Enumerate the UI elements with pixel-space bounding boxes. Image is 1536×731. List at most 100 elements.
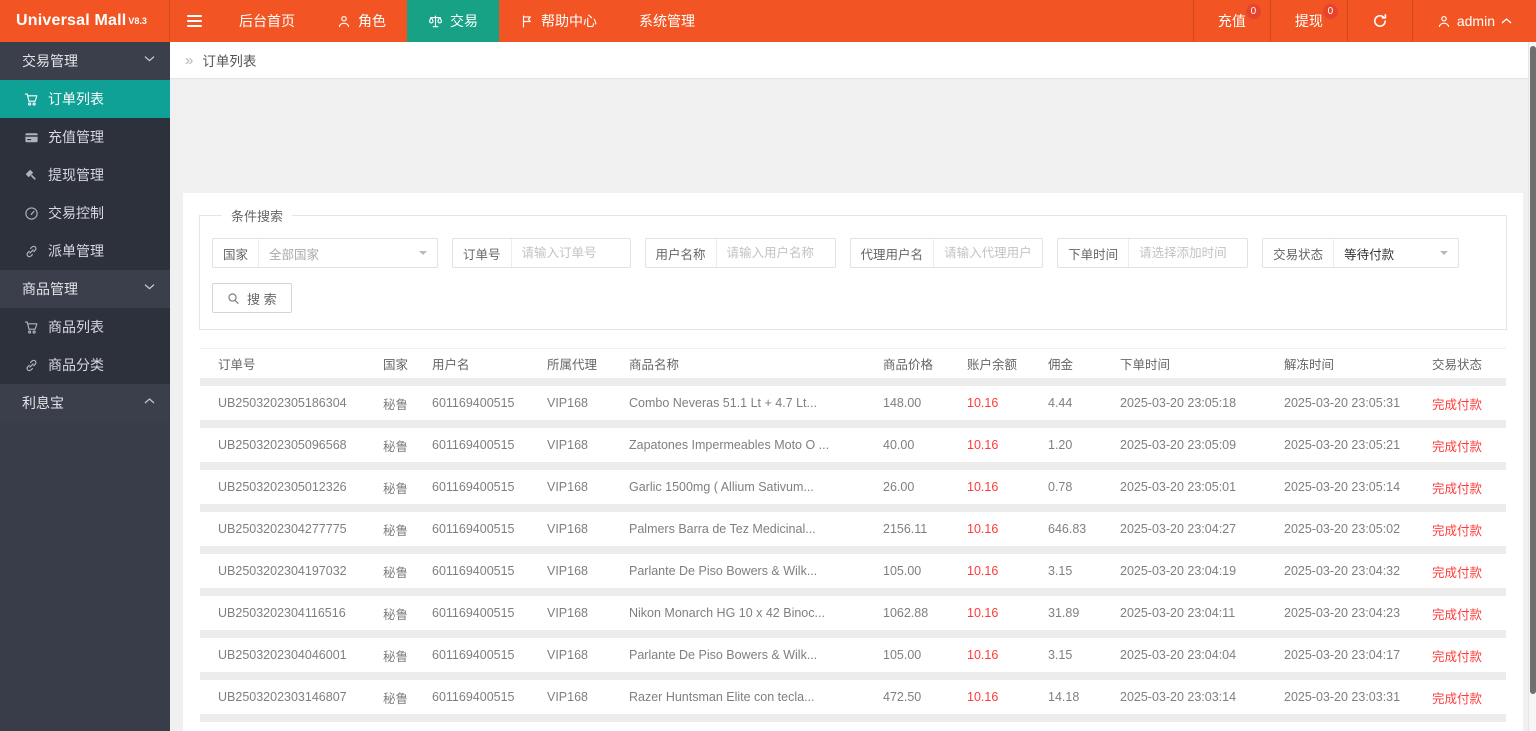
table-cell: 2025-03-20 23:05:18	[1120, 396, 1237, 410]
refresh-button[interactable]	[1346, 0, 1412, 42]
nav-item-help-center[interactable]: 帮助中心	[499, 0, 618, 42]
table-cell: 105.00	[883, 564, 922, 578]
sidebar-item-label: 订单列表	[48, 91, 104, 107]
user-name-field: 用户名称	[644, 238, 836, 268]
sidebar-toggle-button[interactable]	[170, 0, 218, 42]
table-cell: 1062.88	[883, 606, 929, 620]
table-cell: 秘鲁	[383, 523, 409, 538]
search-button[interactable]: 搜 索	[212, 283, 292, 313]
column-header: 下单时间	[1120, 358, 1171, 372]
user-name-input[interactable]	[716, 239, 835, 267]
row-separator	[200, 714, 1506, 722]
table-cell: 2025-03-20 23:04:32	[1284, 564, 1401, 578]
topbar-right: 充值 0 提现 0 admin	[1192, 0, 1536, 42]
order-time-input[interactable]	[1129, 239, 1248, 267]
column-header: 订单号	[218, 358, 256, 372]
table-cell: Combo Neveras 51.1 Lt + 4.7 Lt...	[629, 396, 817, 410]
table-cell: UB2503202304277775	[218, 522, 347, 536]
table-body: UB2503202305186304 秘鲁 601169400515 VIP168 Co…	[200, 378, 1506, 722]
sidebar-item-goods-category[interactable]: 商品分类	[0, 346, 170, 384]
sidebar-item-order-list[interactable]: 订单列表	[0, 80, 170, 118]
table-cell: 2025-03-20 23:05:02	[1284, 522, 1401, 536]
cart-icon	[24, 321, 38, 334]
country-select[interactable]: 国家 全部国家	[212, 238, 439, 268]
trade-status-label: 交易状态	[1263, 239, 1335, 267]
table-cell: VIP168	[547, 606, 589, 620]
search-button-label: 搜 索	[247, 291, 277, 307]
column-header: 用户名	[432, 358, 470, 372]
order-no-field: 订单号	[452, 238, 631, 268]
app-logo[interactable]: Universal Mall V8.3	[0, 0, 170, 42]
sidebar-item-goods-list[interactable]: 商品列表	[0, 308, 170, 346]
agent-name-input[interactable]	[934, 239, 1043, 267]
table-cell: 秘鲁	[383, 397, 409, 412]
table-cell: 148.00	[883, 396, 922, 410]
order-no-input[interactable]	[511, 239, 630, 267]
nav-item-system[interactable]: 系统管理	[618, 0, 716, 42]
sidebar-item-recharge-management[interactable]: 充值管理	[0, 118, 170, 156]
table-cell: 2025-03-20 23:05:09	[1120, 438, 1237, 452]
column-header: 所属代理	[547, 358, 598, 372]
group-label: 交易管理	[22, 53, 78, 69]
sidebar-submenu-trade: 订单列表 充值管理 提现管理 交易控制 派单管理	[0, 80, 170, 270]
sidebar-item-label: 派单管理	[48, 243, 104, 259]
table-cell: 10.16	[967, 606, 999, 620]
sidebar-group-trade-management[interactable]: 交易管理	[0, 42, 170, 80]
table-cell: 完成付款	[1432, 397, 1483, 412]
nav-label: 后台首页	[239, 13, 295, 29]
scrollbar-thumb[interactable]	[1530, 46, 1536, 694]
table-cell: 2156.11	[883, 522, 928, 536]
row-separator	[200, 630, 1506, 638]
sidebar-item-withdraw-management[interactable]: 提现管理	[0, 156, 170, 194]
table-row: UB2503202303146807 秘鲁 601169400515 VIP168 Ra…	[200, 680, 1506, 714]
sidebar-submenu-goods: 商品列表 商品分类	[0, 308, 170, 384]
table-cell: 秘鲁	[383, 439, 409, 454]
table-cell: VIP168	[547, 564, 589, 578]
table-cell: 2025-03-20 23:04:17	[1284, 648, 1401, 662]
table-cell: UB2503202303146807	[218, 690, 347, 704]
table-cell: 3.15	[1048, 648, 1073, 662]
hamburger-icon	[186, 15, 202, 27]
top-nav: 后台首页 角色 交易 帮助中心 系统管理	[218, 0, 716, 42]
recharge-button[interactable]: 充值 0	[1192, 0, 1270, 42]
main-area: » 订单列表 条件搜索 国家 全部国家 订单号 用户名	[170, 42, 1528, 731]
trade-status-select[interactable]: 交易状态 等待付款	[1262, 238, 1460, 268]
sidebar-item-label: 提现管理	[48, 167, 104, 183]
sidebar-item-trade-control[interactable]: 交易控制	[0, 194, 170, 232]
sidebar-item-dispatch-management[interactable]: 派单管理	[0, 232, 170, 270]
nav-item-trade[interactable]: 交易	[407, 0, 499, 42]
table-cell: Razer Huntsman Elite con tecla...	[629, 690, 815, 704]
order-time-label: 下单时间	[1058, 239, 1130, 267]
order-no-label: 订单号	[453, 239, 512, 267]
table-cell: 2025-03-20 23:03:14	[1120, 690, 1237, 704]
sidebar-group-interest-treasure[interactable]: 利息宝	[0, 384, 170, 422]
table-cell: 601169400515	[432, 606, 515, 620]
nav-item-dashboard[interactable]: 后台首页	[218, 0, 316, 42]
table-cell: 31.89	[1048, 606, 1080, 620]
table-cell: 10.16	[967, 522, 999, 536]
sidebar-item-label: 充值管理	[48, 129, 104, 145]
withdraw-label: 提现	[1294, 13, 1323, 29]
country-value: 全部国家	[269, 247, 320, 262]
table-cell: Palmers Barra de Tez Medicinal...	[629, 522, 816, 536]
column-header: 解冻时间	[1284, 358, 1335, 372]
table-cell: 2025-03-20 23:04:23	[1284, 606, 1401, 620]
row-separator	[200, 588, 1506, 596]
sidebar-group-goods-management[interactable]: 商品管理	[0, 270, 170, 308]
flag-icon	[522, 15, 531, 27]
withdraw-button[interactable]: 提现 0	[1269, 0, 1347, 42]
table-cell: 601169400515	[432, 480, 515, 494]
row-separator	[200, 504, 1506, 512]
table-cell: 10.16	[967, 396, 999, 410]
nav-item-roles[interactable]: 角色	[316, 0, 407, 42]
table-row: UB2503202304046001 秘鲁 601169400515 VIP168 Pa…	[200, 638, 1506, 672]
user-menu[interactable]: admin	[1411, 0, 1536, 42]
breadcrumb-separator: »	[185, 51, 194, 69]
table-cell: 2025-03-20 23:05:31	[1284, 396, 1401, 410]
table-cell: UB2503202304046001	[218, 648, 347, 662]
table-cell: 1.20	[1048, 438, 1073, 452]
chevron-down-icon	[144, 284, 155, 290]
table-cell: Parlante De Piso Bowers & Wilk...	[629, 564, 818, 578]
gavel-icon	[25, 169, 36, 180]
table-cell: 2025-03-20 23:05:01	[1120, 480, 1237, 494]
